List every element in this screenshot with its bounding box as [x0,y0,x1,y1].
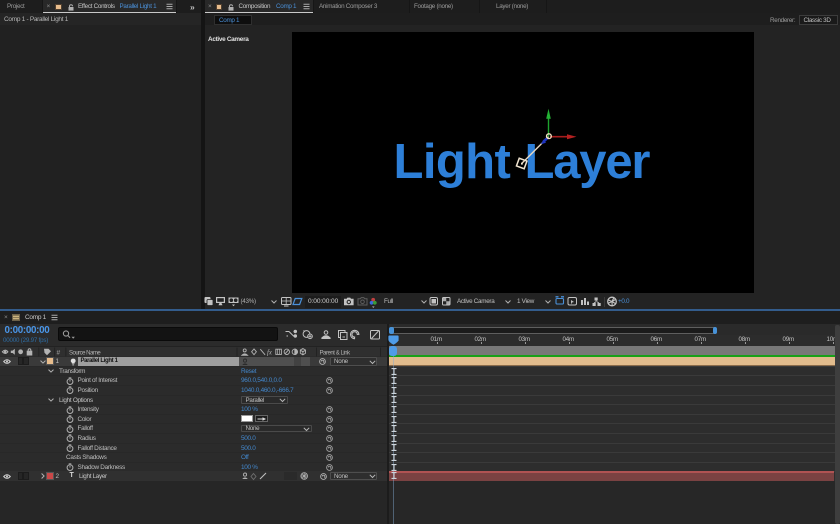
svg-text:fx: fx [267,349,272,356]
svg-text:#: # [57,349,61,356]
svg-text:Parent & Link: Parent & Link [320,350,352,356]
svg-text:Source Name: Source Name [69,350,101,356]
